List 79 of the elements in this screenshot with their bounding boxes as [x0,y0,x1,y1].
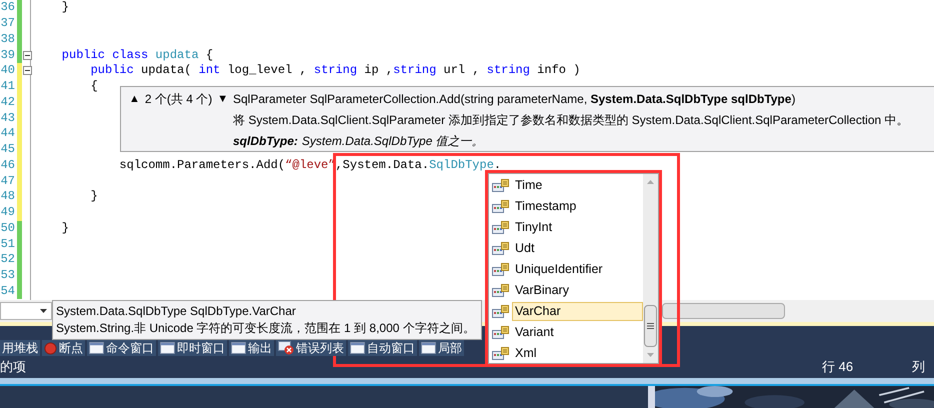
code-line: } [60,0,70,16]
line-indicator: 行 46 [822,358,854,376]
method-description: 将 System.Data.SqlClient.SqlParameter 添加到指定了参数名和数据类型的 System.Data.SqlClient.SqlParameterCollection 中。 [233,112,909,129]
code-line: { [90,79,98,94]
code-line: } [90,189,98,204]
zoom-dropdown[interactable] [0,302,52,320]
completion-item[interactable]: Xml [489,343,643,364]
line-number: 52 [0,252,15,268]
line-number: 47 [0,174,15,189]
enum-member-icon [492,200,509,214]
enum-member-icon [492,326,509,340]
line-number: 53 [0,268,15,284]
scroll-up-icon[interactable] [647,180,654,184]
completion-item[interactable]: VarBinary [489,280,643,301]
quick-info-title: System.Data.SqlDbType SqlDbType.VarChar [56,303,296,320]
enum-member-icon [492,262,509,276]
grip-icon [647,323,654,329]
vertical-scrollbar[interactable] [643,174,658,363]
line-number: 37 [0,16,15,32]
enum-member-icon [492,304,509,318]
previous-overload-button[interactable]: ▲ [129,89,140,110]
line-number: 54 [0,284,15,299]
enum-member-icon [492,346,509,360]
tool-window-tab[interactable]: 命令窗口 [87,340,156,356]
line-number: 44 [0,126,15,142]
completion-item[interactable]: UniqueIdentifier [489,259,643,280]
code-line: public class updata { [60,48,214,63]
window-icon [421,342,436,354]
enum-member-icon [492,284,509,298]
completion-item[interactable]: TinyInt [489,217,643,238]
collapse-icon[interactable] [23,66,32,76]
tool-window-tab[interactable]: 输出 [229,340,274,356]
completion-item[interactable]: Udt [489,238,643,259]
line-number: 49 [0,205,15,220]
window-icon [231,342,246,354]
overload-counter: 2 个(共 4 个) [144,91,212,108]
code-line: } [60,220,70,236]
line-number: 40 [0,63,15,78]
parameter-description: System.Data.SqlDbType 值之一。 [302,133,484,150]
window-icon [160,342,175,354]
caret-icon [40,309,47,313]
completion-item[interactable]: Variant [489,322,643,343]
tool-window-tab[interactable]: 错误列表 [276,340,346,356]
column-indicator: 列 [912,358,925,376]
enum-member-icon [492,178,509,192]
status-message: 的项 [0,358,26,376]
breakpoint-icon [44,342,57,354]
scrollbar-thumb[interactable] [644,305,657,347]
line-number: 46 [0,158,15,173]
tool-window-tab[interactable]: 用堆栈 [0,340,40,356]
completion-item[interactable]: Timestamp [489,196,643,217]
line-number: 48 [0,189,15,204]
enum-member-icon [492,242,509,256]
quick-info-description: System.String.非 Unicode 字符的可变长度流，范围在 1 到 8,000 个字符之间。 [56,320,475,337]
tool-window-tab[interactable]: 自动窗口 [348,340,417,356]
tool-window-tab[interactable]: 局部 [419,340,464,356]
scrollbar-thumb[interactable] [662,303,785,319]
collapse-icon[interactable] [23,50,32,60]
enum-member-icon [492,220,509,234]
window-icon [350,342,365,354]
line-number: 39 [0,48,15,63]
method-signature: SqlParameter SqlParameterCollection.Add(string parameterName, System.Data.SqlDbType sqlDbType) [233,91,796,108]
line-number: 36 [0,0,15,16]
window-icon [89,342,104,354]
code-line: sqlcomm.Parameters.Add(“@leve”,System.Data.SqlDbType. [118,158,502,173]
tool-window-tab[interactable]: 断点 [42,340,85,356]
line-number: 51 [0,236,15,252]
code-line: public updata( int log_level , string ip ,string url , string info ) [90,63,580,78]
line-number: 43 [0,110,15,126]
parameter-name: sqlDbType: [233,133,298,150]
tool-window-tab[interactable]: 即时窗口 [158,340,227,356]
line-number: 45 [0,142,15,158]
scroll-down-icon[interactable] [647,353,654,357]
line-number: 50 [0,220,15,236]
next-overload-button[interactable]: ▼ [217,89,228,110]
line-number: 38 [0,32,15,47]
completion-item[interactable]: Time [489,175,643,196]
line-number: 42 [0,94,15,110]
line-number: 41 [0,79,15,94]
